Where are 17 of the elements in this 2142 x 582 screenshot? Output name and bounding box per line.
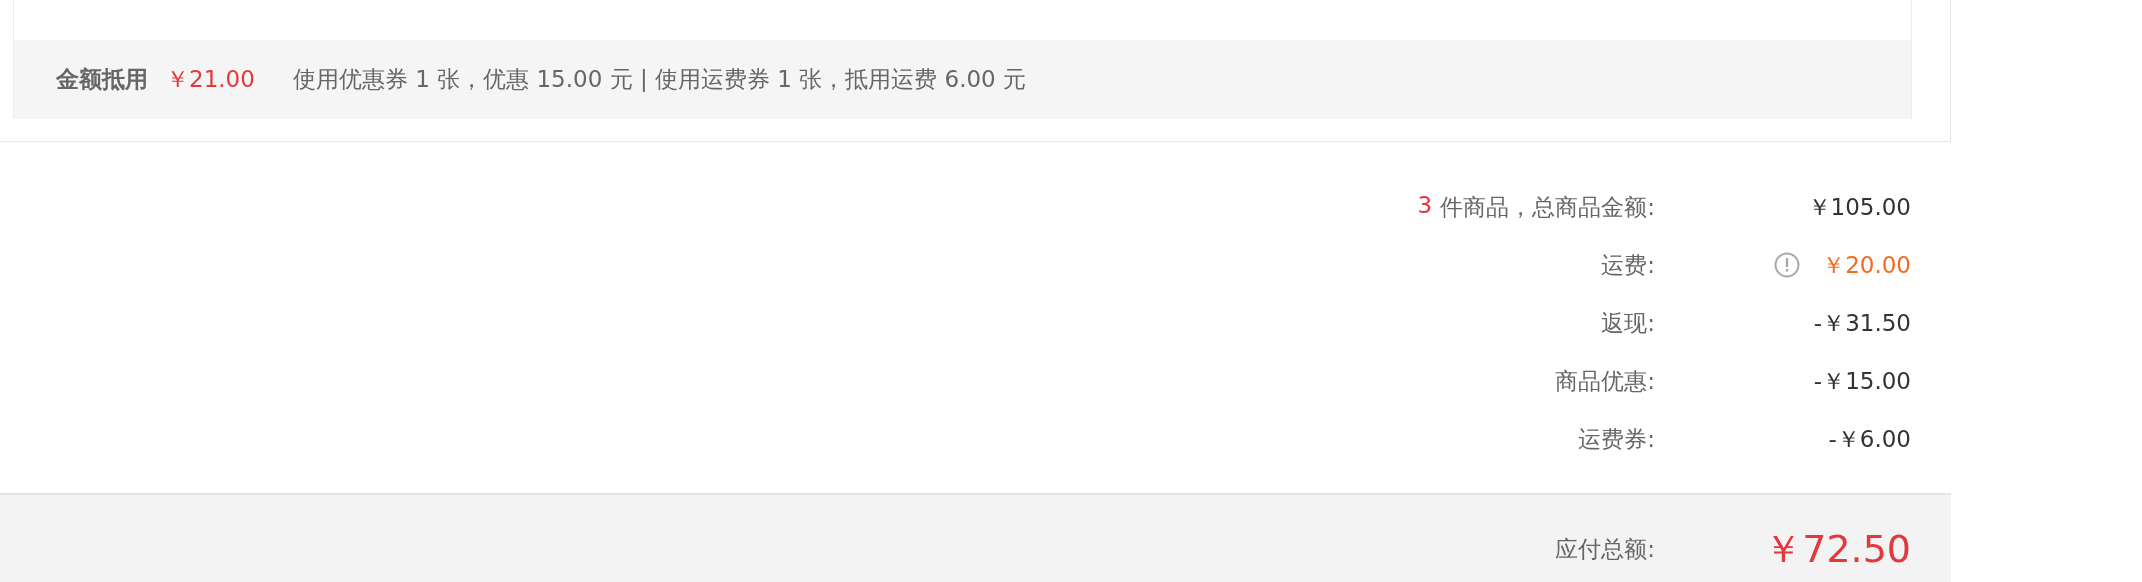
summary-label: 运费: <box>1601 250 1655 280</box>
info-icon[interactable] <box>1774 252 1801 278</box>
deduction-label: 金额抵用 <box>56 65 148 94</box>
deduction-details: 使用优惠券 1 张，优惠 15.00 元 | 使用运费券 1 张，抵用运费 6.00 元 <box>292 65 1027 94</box>
summary-value: ￥105.00 <box>1807 192 1911 222</box>
summary-label: 件商品，总商品金额: <box>1440 192 1655 222</box>
summary-value: ￥20.00 <box>1822 250 1911 280</box>
summary-label: 商品优惠: <box>1555 366 1655 396</box>
total-amount: ￥72.50 <box>1764 526 1911 573</box>
summary-value: -￥31.50 <box>1813 308 1911 338</box>
summary-label: 运费券: <box>1578 424 1655 454</box>
summary-value: -￥6.00 <box>1828 424 1911 454</box>
deduction-amount: ￥21.00 <box>166 65 255 94</box>
item-count: 3 <box>1417 191 1433 220</box>
total-label: 应付总额: <box>1555 535 1655 564</box>
summary-label: 返现: <box>1601 308 1655 338</box>
summary-value: -￥15.00 <box>1813 366 1911 396</box>
